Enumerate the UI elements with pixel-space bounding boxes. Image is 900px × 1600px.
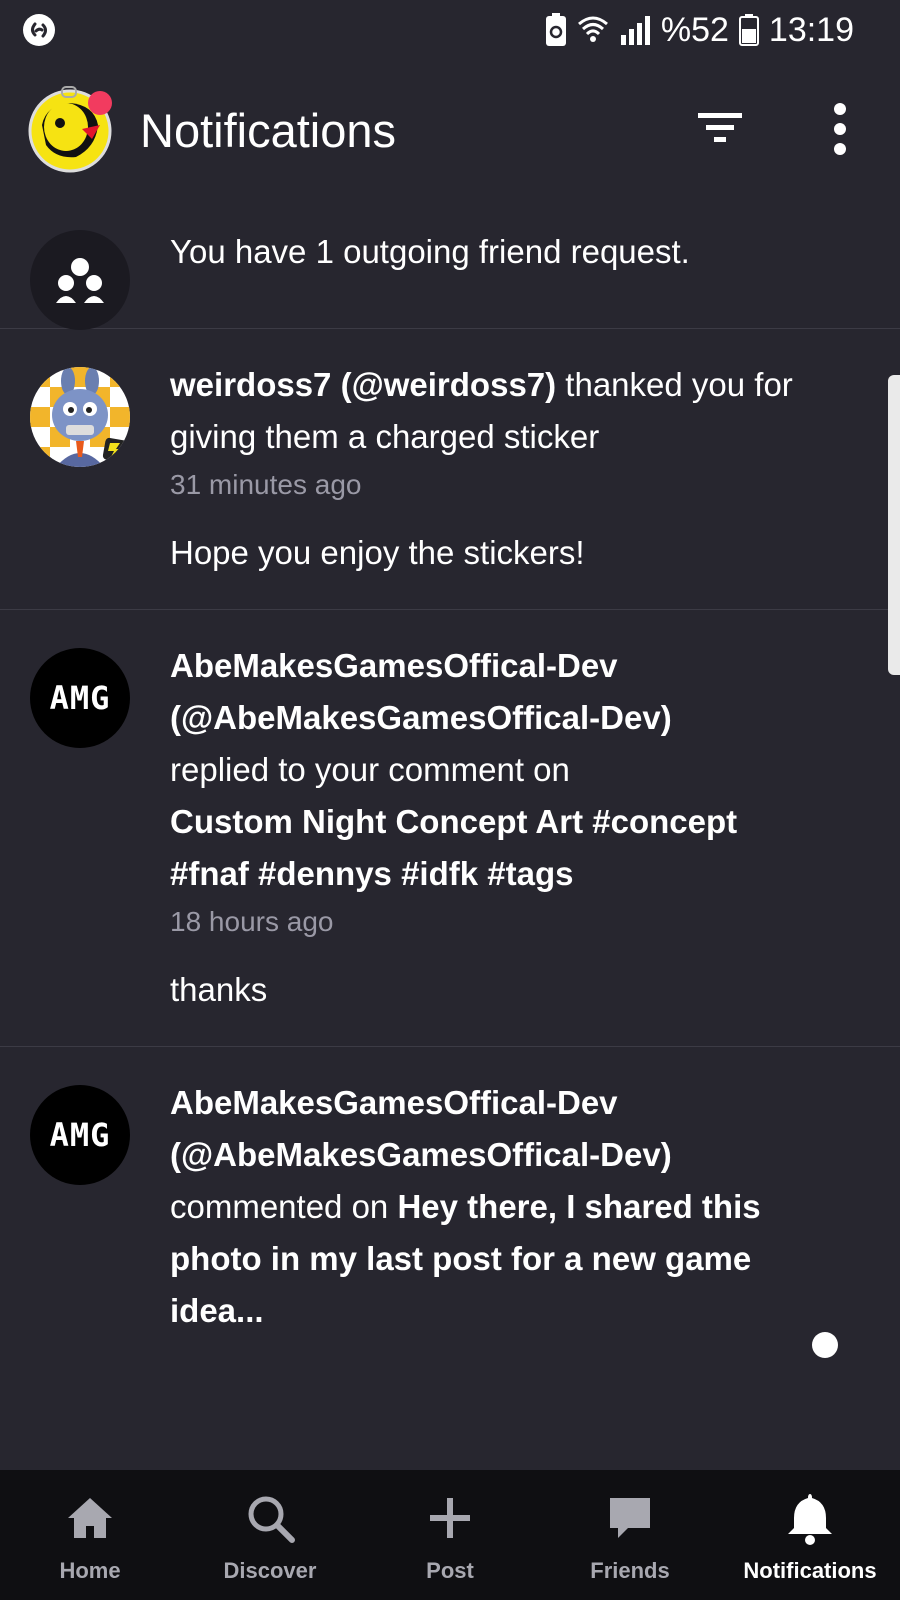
chat-icon	[610, 1498, 650, 1538]
timestamp: 31 minutes ago	[170, 469, 362, 500]
bottom-navigation: Home Discover Post Friends Notifications	[0, 1470, 900, 1600]
nav-label: Home	[59, 1558, 121, 1583]
notification-action: replied to your comment on	[170, 751, 570, 788]
battery-icon	[738, 14, 759, 46]
friends-avatar	[30, 230, 130, 330]
user-avatar[interactable]: AMG	[30, 1085, 130, 1185]
username[interactable]: AbeMakesGamesOffical-Dev (@AbeMakesGames…	[170, 1084, 672, 1173]
battery-saver-icon	[545, 13, 566, 46]
user-avatar[interactable]	[30, 367, 130, 467]
home-icon	[68, 1498, 112, 1538]
status-icons: %52 13:19	[545, 8, 854, 52]
nav-label: Discover	[223, 1558, 317, 1583]
signal-icon	[620, 16, 650, 45]
page-title: Notifications	[140, 104, 396, 157]
username[interactable]: AbeMakesGamesOffical-Dev (@AbeMakesGames…	[170, 647, 672, 736]
nav-home[interactable]: Home	[0, 1470, 180, 1600]
more-vertical-icon[interactable]	[818, 99, 862, 159]
status-bar: %52 13:19	[0, 0, 900, 60]
friend-request-notification[interactable]: You have 1 outgoing friend request.	[0, 200, 900, 330]
app-header: Notifications	[0, 75, 900, 190]
timestamp: 18 hours ago	[170, 906, 334, 937]
unread-indicator	[812, 1332, 838, 1358]
message-text: thanks	[170, 971, 268, 1008]
amg-logo-text: AMG	[49, 679, 111, 717]
nav-notifications[interactable]: Notifications	[720, 1470, 900, 1600]
clock: 13:19	[768, 10, 854, 49]
user-avatar[interactable]: AMG	[30, 648, 130, 748]
plus-icon	[430, 1498, 470, 1538]
nav-label: Friends	[590, 1558, 670, 1583]
post-title-link[interactable]: Custom Night Concept Art #concept #fnaf …	[170, 803, 737, 892]
nav-post[interactable]: Post	[360, 1470, 540, 1600]
notification-item[interactable]: AMG AbeMakesGamesOffical-Dev (@AbeMakesG…	[0, 1047, 900, 1367]
bell-icon	[788, 1494, 832, 1545]
notification-item[interactable]: weirdoss7 (@weirdoss7) thanked you for g…	[0, 329, 900, 610]
notification-action: commented on	[170, 1188, 398, 1225]
notification-body: weirdoss7 (@weirdoss7) thanked you for g…	[170, 359, 810, 579]
scrollbar[interactable]	[888, 375, 900, 675]
search-icon	[248, 1496, 295, 1543]
amg-logo-text: AMG	[49, 1116, 111, 1154]
nav-label: Post	[426, 1558, 474, 1583]
notification-feed[interactable]: You have 1 outgoing friend request. weir…	[0, 200, 900, 1470]
wifi-icon	[577, 16, 608, 42]
notification-body: AbeMakesGamesOffical-Dev (@AbeMakesGames…	[170, 1077, 810, 1337]
profile-avatar[interactable]	[26, 85, 114, 173]
bonnie-avatar-image	[30, 367, 130, 467]
nav-discover[interactable]: Discover	[180, 1470, 360, 1600]
shazam-icon	[23, 14, 55, 46]
battery-percent: %52	[660, 10, 729, 49]
notification-body: AbeMakesGamesOffical-Dev (@AbeMakesGames…	[170, 640, 810, 1016]
nav-friends[interactable]: Friends	[540, 1470, 720, 1600]
filter-icon[interactable]	[694, 103, 746, 155]
notification-text: You have 1 outgoing friend request.	[170, 233, 690, 270]
notification-item[interactable]: AMG AbeMakesGamesOffical-Dev (@AbeMakesG…	[0, 610, 900, 1047]
message-text: Hope you enjoy the stickers!	[170, 534, 585, 571]
nav-label: Notifications	[743, 1558, 877, 1583]
friends-icon	[56, 258, 104, 303]
username[interactable]: weirdoss7 (@weirdoss7)	[170, 366, 556, 403]
